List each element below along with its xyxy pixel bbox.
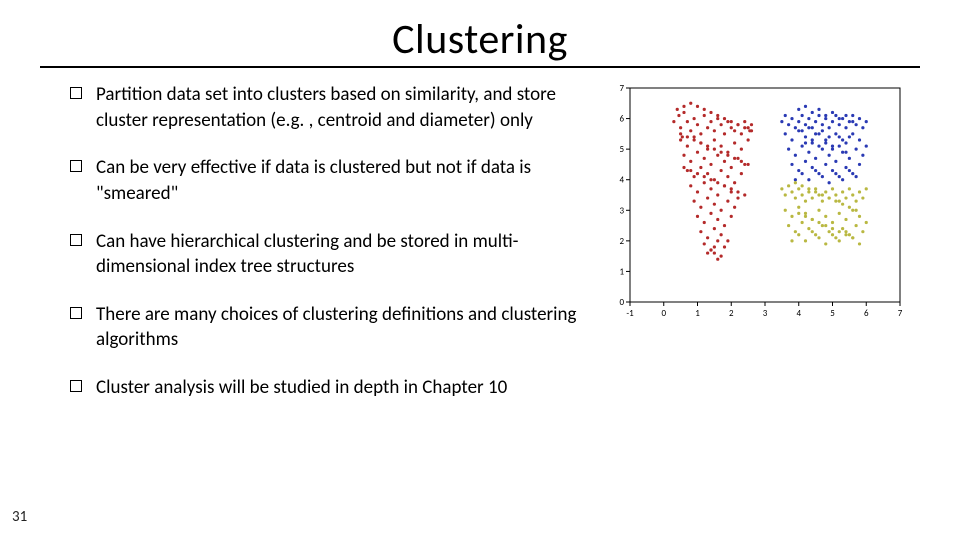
svg-text:5: 5 (619, 144, 624, 155)
svg-text:7: 7 (619, 83, 624, 94)
bullet-icon (70, 380, 82, 392)
list-text: Partition data set into clusters based o… (96, 82, 600, 133)
list-text: Can be very effective if data is cluster… (96, 155, 600, 206)
svg-text:2: 2 (619, 236, 624, 247)
list-item: Can be very effective if data is cluster… (70, 155, 600, 206)
svg-text:6: 6 (864, 308, 869, 319)
bullet-icon (70, 87, 82, 99)
list-text: Can have hierarchical clustering and be … (96, 229, 600, 280)
svg-text:-1: -1 (626, 308, 634, 319)
svg-text:4: 4 (796, 308, 801, 319)
bullet-icon (70, 160, 82, 172)
list-item: There are many choices of clustering def… (70, 302, 600, 353)
list-text: Cluster analysis will be studied in dept… (96, 375, 507, 401)
list-item: Can have hierarchical clustering and be … (70, 229, 600, 280)
list-item: Cluster analysis will be studied in dept… (70, 375, 600, 401)
svg-text:3: 3 (619, 205, 624, 216)
svg-text:1: 1 (619, 266, 624, 277)
slide-title: Clustering (0, 14, 960, 65)
svg-text:1: 1 (695, 308, 700, 319)
title-divider (40, 66, 920, 68)
svg-text:0: 0 (661, 308, 666, 319)
list-text: There are many choices of clustering def… (96, 302, 600, 353)
bullet-list: Partition data set into clusters based o… (70, 82, 600, 423)
svg-text:4: 4 (619, 175, 624, 186)
scatter-chart: -10123456701234567 (606, 82, 906, 322)
page-number: 31 (12, 508, 27, 526)
svg-text:5: 5 (830, 308, 835, 319)
svg-text:7: 7 (898, 308, 903, 319)
bullet-icon (70, 234, 82, 246)
bullet-icon (70, 307, 82, 319)
svg-text:6: 6 (619, 114, 624, 125)
svg-text:0: 0 (619, 297, 624, 308)
list-item: Partition data set into clusters based o… (70, 82, 600, 133)
svg-text:3: 3 (763, 308, 768, 319)
svg-text:2: 2 (729, 308, 734, 319)
